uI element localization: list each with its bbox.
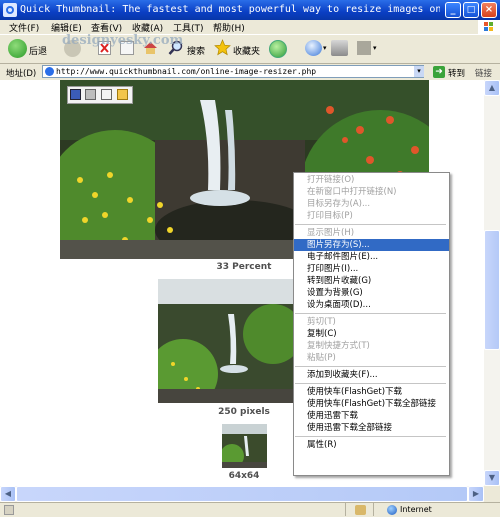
menu-separator: [295, 224, 446, 225]
go-arrow-icon[interactable]: ➜: [433, 66, 445, 78]
back-arrow-icon[interactable]: [8, 39, 27, 58]
go-button[interactable]: 转到: [448, 67, 465, 79]
context-menu-item[interactable]: 电子邮件图片(E)...: [294, 251, 449, 263]
address-label: 地址(D): [6, 69, 37, 79]
watermark: designyesky.com: [62, 33, 184, 48]
caption-square: 64x64: [228, 471, 260, 481]
search-label[interactable]: 搜索: [187, 44, 205, 57]
menu-separator: [295, 383, 446, 384]
menu-separator: [295, 436, 446, 437]
maximize-button[interactable]: □: [463, 2, 479, 18]
media-icon[interactable]: [269, 40, 287, 58]
waterfall-image-small[interactable]: [222, 424, 267, 468]
print-icon[interactable]: [331, 40, 348, 56]
edit-icon[interactable]: [357, 41, 371, 55]
save-image-icon[interactable]: [70, 89, 81, 100]
context-menu-item[interactable]: 显示图片(H): [294, 227, 449, 239]
mail-icon[interactable]: [305, 40, 322, 56]
edit-dropdown-icon[interactable]: ▾: [373, 44, 377, 52]
context-menu-item[interactable]: 属性(R): [294, 439, 449, 451]
scroll-down-icon[interactable]: ▼: [484, 470, 500, 486]
scroll-up-icon[interactable]: ▲: [484, 80, 500, 96]
status-divider: [345, 503, 346, 516]
page-icon: [45, 67, 54, 76]
horizontal-scroll-thumb[interactable]: [16, 486, 468, 502]
context-menu-item[interactable]: 打印目标(P): [294, 210, 449, 222]
context-menu-item[interactable]: 打印图片(I)...: [294, 263, 449, 275]
status-page-icon: [4, 505, 14, 515]
context-menu-item[interactable]: 转到图片收藏(G): [294, 275, 449, 287]
status-zone: Internet: [400, 505, 432, 514]
url-dropdown-icon[interactable]: ▾: [414, 66, 424, 77]
waterfall-image-medium[interactable]: [158, 279, 294, 403]
internet-globe-icon: [387, 505, 397, 515]
status-lock-icon: [355, 505, 366, 515]
context-menu-item[interactable]: 粘贴(P): [294, 352, 449, 364]
menu-file[interactable]: 文件(F): [9, 21, 39, 34]
caption-pixels: 250 pixels: [218, 407, 270, 417]
menu-help[interactable]: 帮助(H): [213, 21, 245, 34]
print-image-icon[interactable]: [85, 89, 96, 100]
email-image-icon[interactable]: [101, 89, 112, 100]
favorites-star-icon[interactable]: [214, 39, 231, 56]
context-menu-item[interactable]: 添加到收藏夹(F)...: [294, 369, 449, 381]
menu-separator: [295, 366, 446, 367]
scroll-corner: [484, 486, 500, 502]
context-menu-item[interactable]: 使用快车(FlashGet)下载全部链接: [294, 398, 449, 410]
windows-logo-icon: [478, 20, 500, 34]
caption-percent: 33 Percent: [216, 262, 272, 272]
context-menu-item[interactable]: 复制快捷方式(T): [294, 340, 449, 352]
menu-separator: [295, 313, 446, 314]
minimize-button[interactable]: _: [445, 2, 461, 18]
context-menu-item[interactable]: 剪切(T): [294, 316, 449, 328]
context-menu-item[interactable]: 使用快车(FlashGet)下载: [294, 386, 449, 398]
my-pictures-icon[interactable]: [117, 89, 128, 100]
context-menu-item[interactable]: 设置为背景(G): [294, 287, 449, 299]
links-button[interactable]: 链接: [475, 67, 492, 79]
url-input[interactable]: http://www.quickthumbnail.com/online-ima…: [42, 65, 424, 78]
context-menu-item[interactable]: 在新窗口中打开链接(N): [294, 186, 449, 198]
vertical-scroll-thumb[interactable]: [484, 230, 500, 350]
context-menu-item[interactable]: 打开链接(O): [294, 174, 449, 186]
context-menu-item[interactable]: 图片另存为(S)...: [294, 239, 449, 251]
status-divider-2: [373, 503, 374, 516]
ie-icon: [3, 3, 17, 17]
context-menu-item[interactable]: 目标另存为(A)...: [294, 198, 449, 210]
mail-dropdown-icon[interactable]: ▾: [323, 44, 327, 52]
favorites-label[interactable]: 收藏夹: [233, 44, 260, 57]
scroll-left-icon[interactable]: ◀: [0, 486, 16, 502]
context-menu-item[interactable]: 复制(C): [294, 328, 449, 340]
back-label[interactable]: 后退: [29, 44, 47, 57]
context-menu-item[interactable]: 使用迅雷下载: [294, 410, 449, 422]
close-button[interactable]: ×: [481, 2, 497, 18]
context-menu-item[interactable]: 使用迅雷下载全部链接: [294, 422, 449, 434]
context-menu-item[interactable]: 设为桌面项(D)...: [294, 299, 449, 311]
window-title: Quick Thumbnail: The fastest and most po…: [20, 4, 440, 15]
scroll-right-icon[interactable]: ▶: [468, 486, 484, 502]
